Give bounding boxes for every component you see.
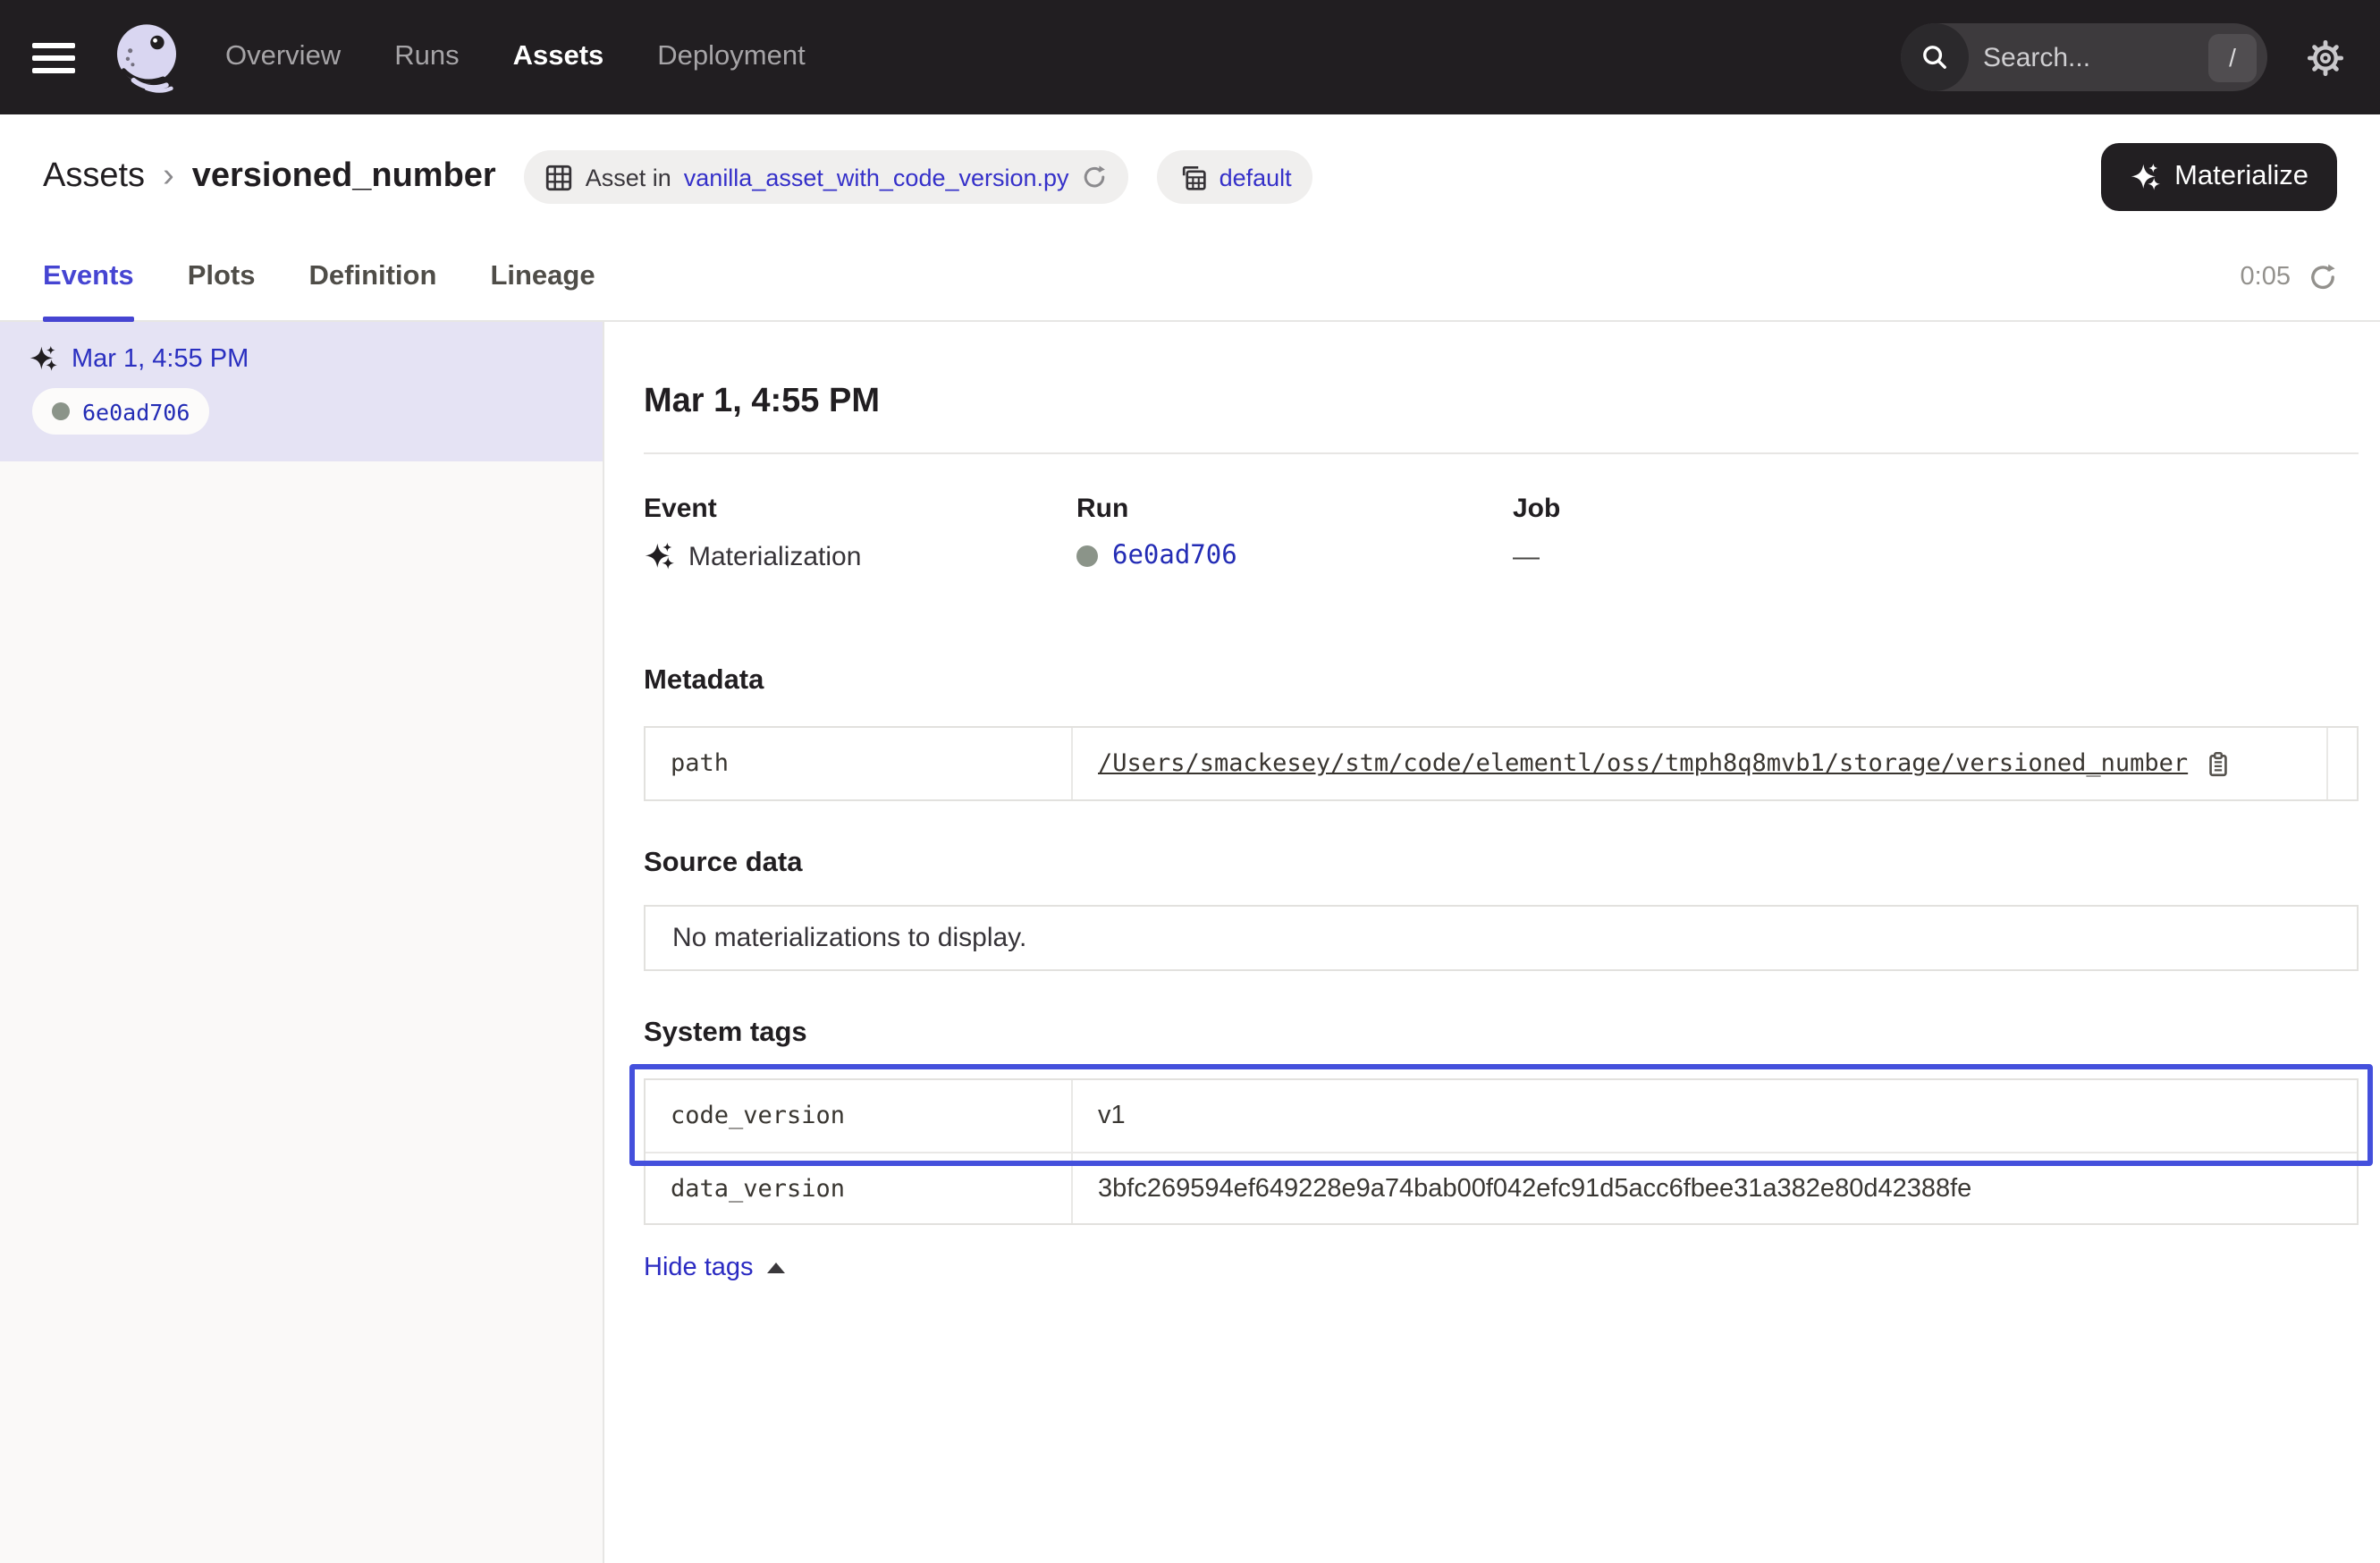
auto-refresh: 0:05	[2241, 262, 2337, 291]
metadata-table: path /Users/smackesey/stm/code/elementl/…	[644, 726, 2359, 801]
system-tags-section: System tags code_version v1 data_version…	[644, 1018, 2359, 1284]
event-label: Event	[644, 494, 1076, 524]
asset-badge-prefix: Asset in	[586, 164, 671, 190]
run-status-dot	[1076, 545, 1098, 567]
source-data-empty-message: No materializations to display.	[672, 923, 1026, 953]
breadcrumb-assets-link[interactable]: Assets	[43, 157, 145, 197]
refresh-countdown: 0:05	[2241, 262, 2291, 291]
metadata-path-link[interactable]: /Users/smackesey/stm/code/elementl/oss/t…	[1098, 749, 2188, 778]
materialize-button[interactable]: Materialize	[2101, 143, 2337, 211]
nav-deployment[interactable]: Deployment	[657, 41, 805, 73]
metadata-heading: Metadata	[644, 665, 2359, 697]
event-list-sidebar: Mar 1, 4:55 PM 6e0ad706	[0, 322, 604, 1563]
tag-key: code_version	[646, 1080, 1073, 1152]
table-row: path /Users/smackesey/stm/code/elementl/…	[646, 728, 2357, 799]
tag-value: v1	[1098, 1102, 1126, 1130]
caret-up-icon	[768, 1263, 786, 1273]
run-id-text: 6e0ad706	[82, 398, 190, 425]
refresh-icon[interactable]	[2308, 262, 2337, 291]
tab-events[interactable]: Events	[43, 232, 134, 320]
top-nav: Overview Runs Assets Deployment /	[0, 0, 2380, 114]
tag-key: data_version	[646, 1153, 1073, 1223]
materialize-button-label: Materialize	[2174, 161, 2308, 193]
summary-run-col: Run 6e0ad706	[1076, 494, 1513, 572]
table-row: code_version v1	[646, 1080, 2357, 1152]
app-root: Overview Runs Assets Deployment /	[0, 0, 2380, 1563]
primary-nav: Overview Runs Assets Deployment	[225, 41, 806, 73]
nav-runs[interactable]: Runs	[394, 41, 459, 73]
breadcrumb: Assets › versioned_number Asset in vanil…	[0, 114, 2380, 232]
table-row: data_version 3bfc269594ef649228e9a74bab0…	[646, 1152, 2357, 1223]
tag-value: 3bfc269594ef649228e9a74bab00f042efc91d5a…	[1098, 1174, 1971, 1203]
code-location-icon	[1178, 163, 1207, 191]
job-value: —	[1513, 542, 1540, 572]
source-data-empty: No materializations to display.	[644, 905, 2359, 971]
nav-overview[interactable]: Overview	[225, 41, 341, 73]
code-location-link[interactable]: default	[1220, 164, 1292, 190]
materialization-icon	[644, 542, 674, 572]
run-id-pill[interactable]: 6e0ad706	[32, 388, 209, 435]
content-area: Mar 1, 4:55 PM 6e0ad706 Mar 1, 4:55 PM E…	[0, 322, 2380, 1563]
tab-definition[interactable]: Definition	[309, 232, 437, 320]
tab-lineage[interactable]: Lineage	[490, 232, 595, 320]
event-value: Materialization	[688, 542, 861, 572]
dagster-logo[interactable]	[107, 18, 186, 97]
code-location-badge: default	[1157, 150, 1313, 204]
event-detail-panel: Mar 1, 4:55 PM Event Materialization Run…	[604, 322, 2380, 1563]
search-bar[interactable]: /	[1901, 23, 2267, 91]
event-list-item[interactable]: Mar 1, 4:55 PM 6e0ad706	[0, 322, 603, 461]
run-status-dot	[52, 402, 70, 420]
event-timestamp-link[interactable]: Mar 1, 4:55 PM	[72, 345, 249, 374]
sparkle-icon	[2130, 162, 2160, 192]
copy-icon[interactable]	[2204, 750, 2231, 777]
tab-bar: Events Plots Definition Lineage 0:05	[0, 232, 2380, 322]
run-link[interactable]: 6e0ad706	[1112, 542, 1237, 570]
search-shortcut-badge: /	[2208, 33, 2257, 81]
event-detail-title: Mar 1, 4:55 PM	[644, 383, 2359, 422]
breadcrumb-chevron-icon: ›	[163, 157, 174, 197]
search-icon	[1901, 23, 1969, 91]
event-summary: Event Materialization Run 6e0ad706 Job —	[644, 494, 2359, 572]
asset-definition-badge: Asset in vanilla_asset_with_code_version…	[525, 150, 1128, 204]
reload-icon[interactable]	[1082, 165, 1107, 190]
tab-plots[interactable]: Plots	[188, 232, 256, 320]
page-header: Assets › versioned_number Asset in vanil…	[0, 114, 2380, 322]
summary-event-col: Event Materialization	[644, 494, 1076, 572]
hide-tags-label: Hide tags	[644, 1254, 754, 1282]
summary-job-col: Job —	[1513, 494, 2359, 572]
nav-assets[interactable]: Assets	[513, 41, 604, 73]
metadata-action-cell	[2326, 728, 2357, 799]
page-title: versioned_number	[192, 157, 496, 197]
source-data-section: Source data No materializations to displ…	[644, 848, 2359, 971]
system-tags-heading: System tags	[644, 1018, 2359, 1050]
run-label: Run	[1076, 494, 1513, 524]
job-label: Job	[1513, 494, 2359, 524]
metadata-key: path	[646, 728, 1073, 799]
system-tags-table: code_version v1 data_version 3bfc269594e…	[644, 1078, 2359, 1225]
settings-gear-icon[interactable]	[2307, 38, 2344, 76]
source-data-heading: Source data	[644, 848, 2359, 880]
table-grid-icon	[546, 164, 573, 190]
metadata-section: Metadata path /Users/smackesey/stm/code/…	[644, 665, 2359, 801]
materialization-event-icon	[29, 345, 57, 374]
dagster-octopus-icon	[107, 18, 186, 97]
divider	[644, 452, 2359, 454]
menu-icon[interactable]	[32, 42, 75, 72]
asset-badge-file-link[interactable]: vanilla_asset_with_code_version.py	[684, 164, 1069, 190]
hide-tags-link[interactable]: Hide tags	[644, 1254, 786, 1282]
search-input[interactable]	[1969, 42, 2208, 72]
